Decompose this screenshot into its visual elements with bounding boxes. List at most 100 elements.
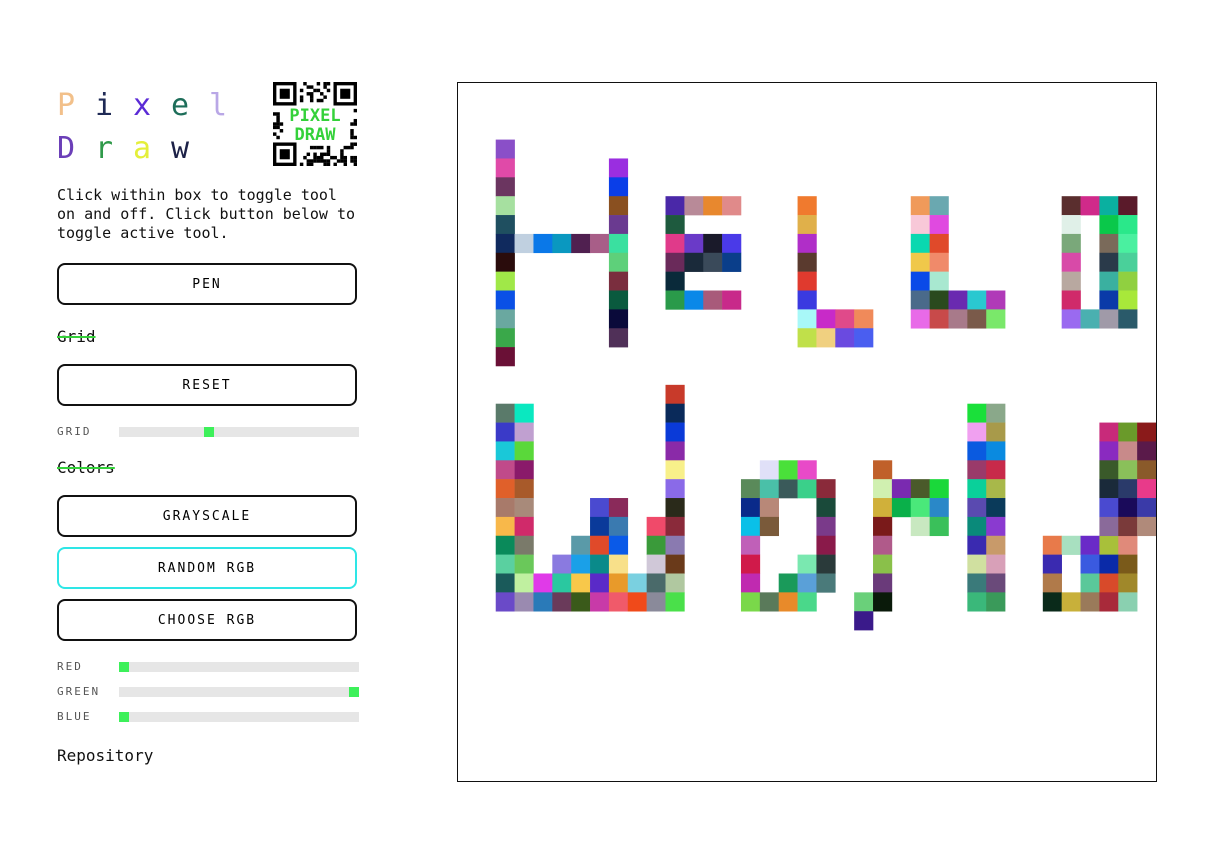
pixel-cell[interactable] [495, 271, 515, 291]
pixel-cell[interactable] [1099, 290, 1119, 310]
pixel-cell[interactable] [590, 554, 610, 574]
pixel-cell[interactable] [835, 309, 855, 329]
pixel-cell[interactable] [797, 215, 817, 235]
pixel-cell[interactable] [778, 573, 798, 593]
pixel-cell[interactable] [495, 347, 515, 367]
pixel-cell[interactable] [929, 498, 949, 518]
pixel-cell[interactable] [495, 479, 515, 499]
pixel-cell[interactable] [740, 554, 761, 574]
pixel-cell[interactable] [1137, 516, 1156, 537]
pixel-cell[interactable] [929, 271, 949, 291]
pixel-cell[interactable] [967, 441, 987, 461]
pixel-cell[interactable] [1118, 535, 1138, 555]
red-slider[interactable] [119, 662, 359, 672]
pixel-cell[interactable] [495, 441, 515, 461]
pixel-cell[interactable] [533, 592, 553, 612]
pixel-cell[interactable] [665, 196, 685, 216]
pixel-cell[interactable] [608, 290, 629, 310]
pixel-cell[interactable] [1099, 573, 1119, 593]
pixel-cell[interactable] [986, 441, 1006, 461]
pixel-cell[interactable] [967, 479, 987, 499]
pixel-cell[interactable] [891, 498, 912, 518]
pixel-cell[interactable] [665, 573, 685, 593]
pixel-cell[interactable] [1061, 592, 1081, 612]
pixel-cell[interactable] [854, 328, 874, 348]
pixel-cell[interactable] [1099, 441, 1119, 461]
pixel-cell[interactable] [646, 592, 666, 612]
pixel-cell[interactable] [571, 535, 591, 555]
pixel-cell[interactable] [495, 252, 515, 272]
drawing-canvas[interactable] [457, 82, 1157, 782]
grid-slider[interactable] [119, 427, 359, 437]
pixel-cell[interactable] [665, 271, 685, 291]
pixel-cell[interactable] [910, 271, 930, 291]
pixel-cell[interactable] [797, 233, 817, 254]
pixel-cell[interactable] [1061, 252, 1081, 272]
pixel-cell[interactable] [722, 290, 742, 310]
pixel-cell[interactable] [608, 196, 629, 216]
pixel-cell[interactable] [816, 554, 836, 574]
pixel-cell[interactable] [646, 554, 666, 574]
pixel-cell[interactable] [1137, 460, 1156, 480]
pixel-cell[interactable] [967, 422, 987, 442]
pixel-cell[interactable] [1042, 592, 1062, 612]
pixel-cell[interactable] [929, 516, 949, 537]
pixel-cell[interactable] [929, 290, 949, 310]
pixel-cell[interactable] [608, 252, 629, 272]
pixel-cell[interactable] [627, 592, 647, 612]
pixel-cell[interactable] [1099, 215, 1119, 235]
pixel-cell[interactable] [816, 573, 836, 593]
pixel-cell[interactable] [514, 535, 534, 555]
pixel-cell[interactable] [778, 479, 798, 499]
pixel-cell[interactable] [1137, 498, 1156, 518]
pixel-cell[interactable] [986, 403, 1006, 423]
pixel-cell[interactable] [590, 498, 610, 518]
pixel-cell[interactable] [1118, 554, 1138, 574]
pixel-cell[interactable] [1099, 252, 1119, 272]
pixel-cell[interactable] [514, 592, 534, 612]
pixel-cell[interactable] [665, 479, 685, 499]
pixel-cell[interactable] [873, 535, 893, 555]
pixel-cell[interactable] [703, 290, 723, 310]
pixel-cell[interactable] [1061, 535, 1081, 555]
pixel-cell[interactable] [571, 233, 591, 254]
pixel-cell[interactable] [665, 233, 685, 254]
pixel-cell[interactable] [929, 479, 949, 499]
pixel-cell[interactable] [608, 573, 629, 593]
pixel-cell[interactable] [665, 460, 685, 480]
pixel-cell[interactable] [552, 592, 572, 612]
pixel-cell[interactable] [1099, 233, 1119, 254]
pixel-cell[interactable] [797, 196, 817, 216]
pixel-cell[interactable] [608, 535, 629, 555]
reset-button[interactable]: RESET [57, 364, 357, 406]
pixel-cell[interactable] [873, 573, 893, 593]
pixel-cell[interactable] [967, 498, 987, 518]
pixel-cell[interactable] [590, 573, 610, 593]
pixel-cell[interactable] [1080, 196, 1100, 216]
pixel-cell[interactable] [646, 535, 666, 555]
pixel-cell[interactable] [816, 535, 836, 555]
pixel-cell[interactable] [665, 290, 685, 310]
pixel-cell[interactable] [986, 573, 1006, 593]
pixel-cell[interactable] [495, 328, 515, 348]
pixel-cell[interactable] [873, 460, 893, 480]
pixel-cell[interactable] [967, 592, 987, 612]
pixel-cell[interactable] [1042, 535, 1062, 555]
pixel-cell[interactable] [703, 233, 723, 254]
pixel-cell[interactable] [816, 516, 836, 537]
pixel-cell[interactable] [797, 479, 817, 499]
pixel-cell[interactable] [1099, 309, 1119, 329]
pixel-cell[interactable] [1099, 535, 1119, 555]
pixel-cell[interactable] [608, 592, 629, 612]
pixel-cell[interactable] [1118, 252, 1138, 272]
pixel-cell[interactable] [495, 139, 515, 159]
pixel-cell[interactable] [1080, 309, 1100, 329]
pixel-cell[interactable] [986, 535, 1006, 555]
pixel-cell[interactable] [1042, 554, 1062, 574]
pixel-cell[interactable] [514, 516, 534, 537]
grid-slider-thumb[interactable] [204, 427, 215, 437]
pixel-cell[interactable] [1137, 422, 1156, 442]
pixel-cell[interactable] [514, 441, 534, 461]
pixel-cell[interactable] [910, 516, 930, 537]
pixel-cell[interactable] [608, 309, 629, 329]
